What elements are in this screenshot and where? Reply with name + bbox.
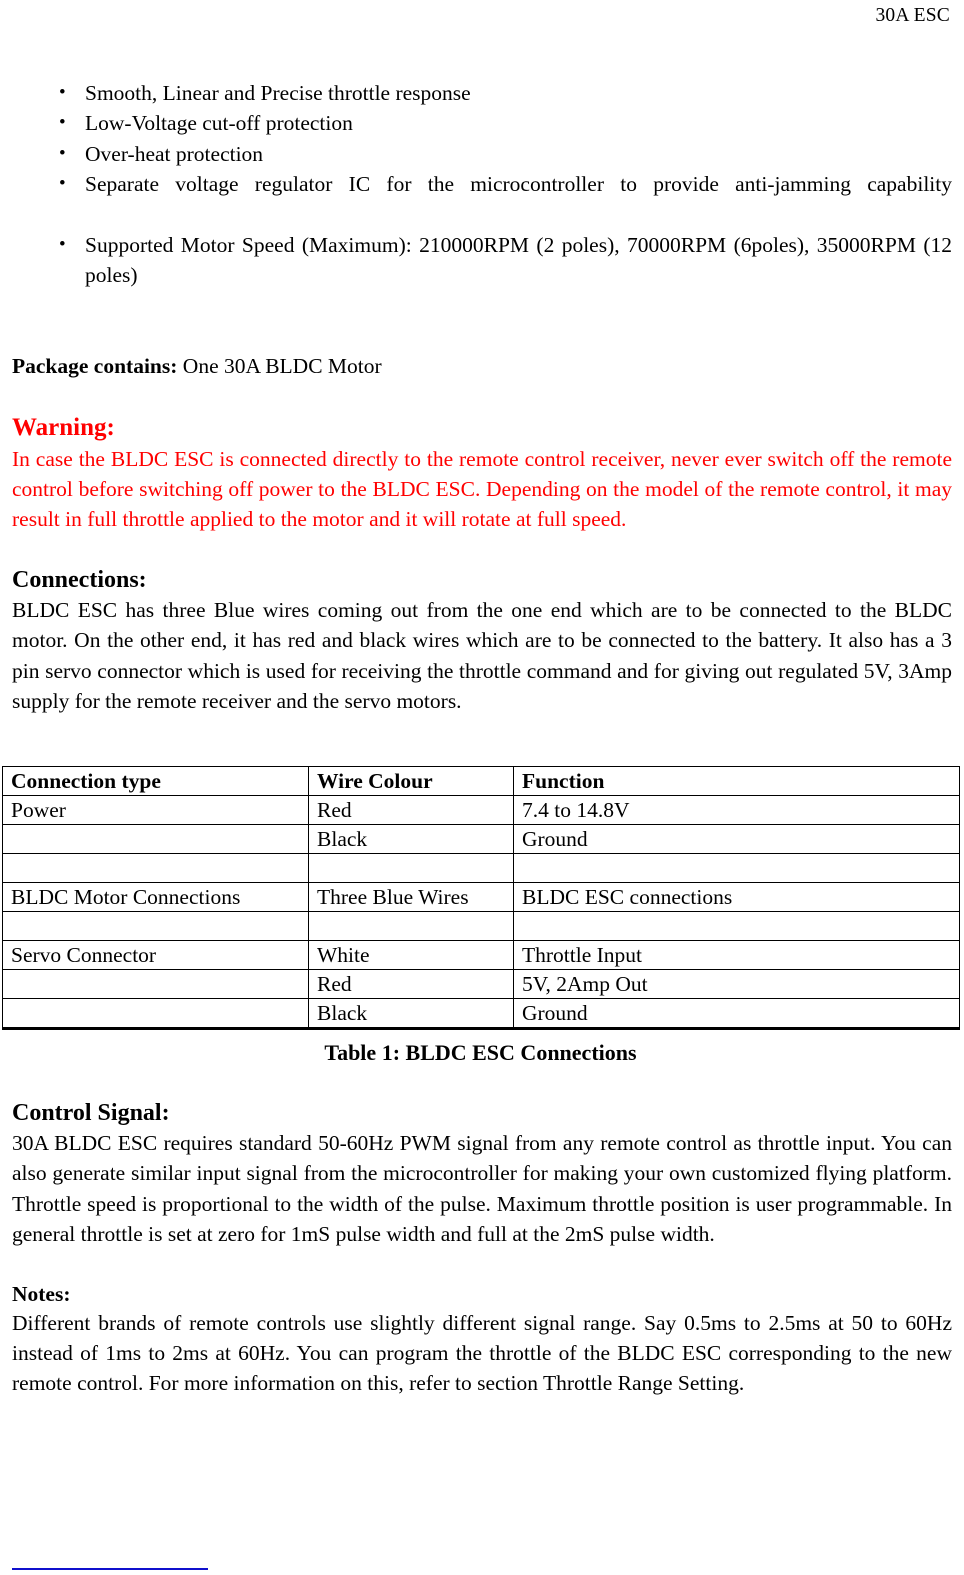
list-item: • Separate voltage regulator IC for the … bbox=[12, 169, 952, 230]
bullet-icon: • bbox=[59, 142, 66, 164]
list-item: • Low-Voltage cut-off protection bbox=[12, 108, 952, 138]
table-row: Power Red 7.4 to 14.8V bbox=[2, 795, 960, 825]
table-cell: 7.4 to 14.8V bbox=[513, 795, 960, 825]
bullet-icon: • bbox=[59, 112, 66, 134]
list-item-label: Over-heat protection bbox=[85, 141, 264, 166]
lower-content: Control Signal: 30A BLDC ESC requires st… bbox=[12, 1098, 952, 1399]
main-content: • Smooth, Linear and Precise throttle re… bbox=[12, 78, 952, 717]
document-page: 30A ESC • Smooth, Linear and Precise thr… bbox=[0, 0, 964, 1575]
list-item: • Supported Motor Speed (Maximum): 21000… bbox=[12, 230, 952, 321]
footnote-separator bbox=[12, 1568, 208, 1570]
table-cell bbox=[2, 969, 309, 999]
control-signal-body: 30A BLDC ESC requires standard 50-60Hz P… bbox=[12, 1131, 952, 1247]
table-row: Black Ground bbox=[2, 824, 960, 854]
table-row: BLDC Motor Connections Three Blue Wires … bbox=[2, 882, 960, 912]
table-row: Servo Connector White Throttle Input bbox=[2, 940, 960, 970]
package-contains-line: Package contains: One 30A BLDC Motor bbox=[12, 351, 952, 381]
table-cell bbox=[513, 853, 960, 883]
list-item-label: Low-Voltage cut-off protection bbox=[85, 111, 353, 136]
table-cell: Power bbox=[2, 795, 309, 825]
notes-body: Different brands of remote controls use … bbox=[12, 1310, 952, 1396]
table-cell bbox=[513, 911, 960, 941]
table-cell: White bbox=[308, 940, 514, 970]
table-cell bbox=[308, 911, 514, 941]
table-row bbox=[2, 911, 960, 941]
table-cell: Throttle Input bbox=[513, 940, 960, 970]
table-row: Red 5V, 2Amp Out bbox=[2, 969, 960, 999]
control-signal-heading: Control Signal: bbox=[12, 1100, 170, 1126]
running-header: 30A ESC bbox=[875, 5, 950, 26]
table-cell bbox=[2, 911, 309, 941]
table-cell: Servo Connector bbox=[2, 940, 309, 970]
table-cell: Black bbox=[308, 998, 514, 1030]
warning-heading: Warning: bbox=[12, 413, 115, 441]
package-contains-value: One 30A BLDC Motor bbox=[182, 354, 382, 379]
table-header-cell: Function bbox=[513, 766, 960, 796]
warning-body: In case the BLDC ESC is connected direct… bbox=[12, 446, 952, 532]
list-item: • Smooth, Linear and Precise throttle re… bbox=[12, 78, 952, 108]
package-contains-label: Package contains: bbox=[12, 354, 178, 379]
table-cell: Red bbox=[308, 969, 514, 999]
table-cell bbox=[308, 853, 514, 883]
list-item-label: Supported Motor Speed (Maximum): 210000R… bbox=[85, 233, 952, 288]
connections-body: BLDC ESC has three Blue wires coming out… bbox=[12, 597, 952, 714]
table-cell: Ground bbox=[513, 824, 960, 854]
connections-heading: Connections: bbox=[12, 566, 147, 593]
table-header-cell: Wire Colour bbox=[308, 766, 514, 796]
table-cell: Red bbox=[308, 795, 514, 825]
notes-heading: Notes: bbox=[12, 1281, 71, 1306]
bullet-icon: • bbox=[59, 82, 66, 103]
table-cell: Three Blue Wires bbox=[308, 882, 514, 912]
table-row: Black Ground bbox=[2, 998, 960, 1030]
table-row bbox=[2, 853, 960, 883]
connections-table: Connection type Wire Colour Function Pow… bbox=[2, 766, 960, 1030]
table-cell: Black bbox=[308, 824, 514, 854]
table-header-cell: Connection type bbox=[2, 766, 309, 796]
bullet-icon: • bbox=[59, 234, 66, 256]
list-item-label: Separate voltage regulator IC for the mi… bbox=[85, 172, 952, 197]
table-caption: Table 1: BLDC ESC Connections bbox=[324, 1040, 637, 1065]
table-cell bbox=[2, 853, 309, 883]
connections-table-wrapper: Connection type Wire Colour Function Pow… bbox=[2, 766, 960, 1030]
list-item: • Over-heat protection bbox=[12, 139, 952, 169]
table-header-row: Connection type Wire Colour Function bbox=[2, 766, 960, 796]
feature-list: • Smooth, Linear and Precise throttle re… bbox=[12, 78, 952, 321]
table-cell: BLDC ESC connections bbox=[513, 882, 960, 912]
table-cell bbox=[2, 824, 309, 854]
table-cell bbox=[2, 998, 309, 1030]
table-cell: 5V, 2Amp Out bbox=[513, 969, 960, 999]
bullet-icon: • bbox=[59, 173, 66, 195]
list-item-label: Smooth, Linear and Precise throttle resp… bbox=[85, 81, 471, 105]
table-cell: Ground bbox=[513, 998, 960, 1030]
table-cell: BLDC Motor Connections bbox=[2, 882, 309, 912]
